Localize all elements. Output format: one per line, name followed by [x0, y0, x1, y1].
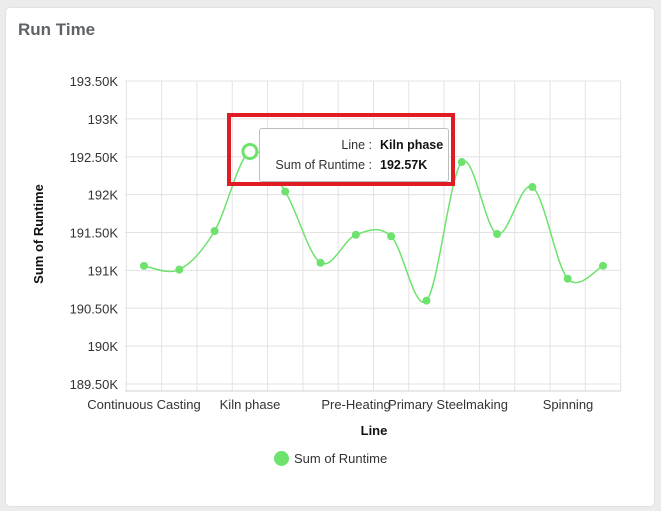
- y-tick-label: 193.50K: [70, 74, 119, 89]
- data-point[interactable]: [599, 261, 607, 270]
- data-point[interactable]: [563, 274, 572, 283]
- data-point[interactable]: [316, 258, 325, 267]
- data-point[interactable]: [457, 158, 466, 167]
- y-tick-label: 192.50K: [70, 150, 119, 165]
- x-tick-label: Spinning: [543, 397, 594, 412]
- y-tick-label: 192K: [88, 188, 119, 203]
- y-tick-label: 191.50K: [70, 226, 119, 241]
- y-tick-label: 190.50K: [70, 301, 119, 316]
- data-point[interactable]: [210, 226, 219, 235]
- x-axis-title: Line: [361, 423, 388, 438]
- highlight-box: [227, 113, 455, 186]
- data-point[interactable]: [281, 187, 290, 196]
- data-point[interactable]: [387, 232, 396, 241]
- x-tick-label: Primary Steelmaking: [388, 397, 508, 412]
- y-tick-label: 190K: [88, 339, 119, 354]
- x-tick-label: Pre-Heating: [321, 397, 390, 412]
- legend-marker-icon: [274, 451, 289, 466]
- data-point[interactable]: [528, 183, 537, 192]
- y-tick-label: 189.50K: [70, 377, 119, 392]
- x-tick-label: Continuous Casting: [87, 397, 200, 412]
- y-tick-label: 193K: [88, 112, 119, 127]
- x-tick-label: Kiln phase: [220, 397, 281, 412]
- line-chart: 193.50K 193K 192.50K 192K 191.50K 191K 190.50K…: [31, 74, 622, 438]
- legend[interactable]: Sum of Runtime: [274, 451, 387, 466]
- data-point[interactable]: [140, 261, 148, 270]
- y-axis-title: Sum of Runtime: [31, 184, 46, 284]
- data-point[interactable]: [493, 230, 502, 239]
- data-point[interactable]: [351, 230, 360, 239]
- data-point[interactable]: [175, 265, 184, 274]
- y-tick-label: 191K: [88, 263, 119, 278]
- x-tick-labels: Continuous Casting Kiln phase Pre-HeatingP…: [87, 397, 593, 412]
- legend-label: Sum of Runtime: [294, 451, 388, 466]
- data-point[interactable]: [422, 296, 431, 305]
- y-tick-labels: 193.50K 193K 192.50K 192K 191.50K 191K 190.50K…: [70, 74, 119, 392]
